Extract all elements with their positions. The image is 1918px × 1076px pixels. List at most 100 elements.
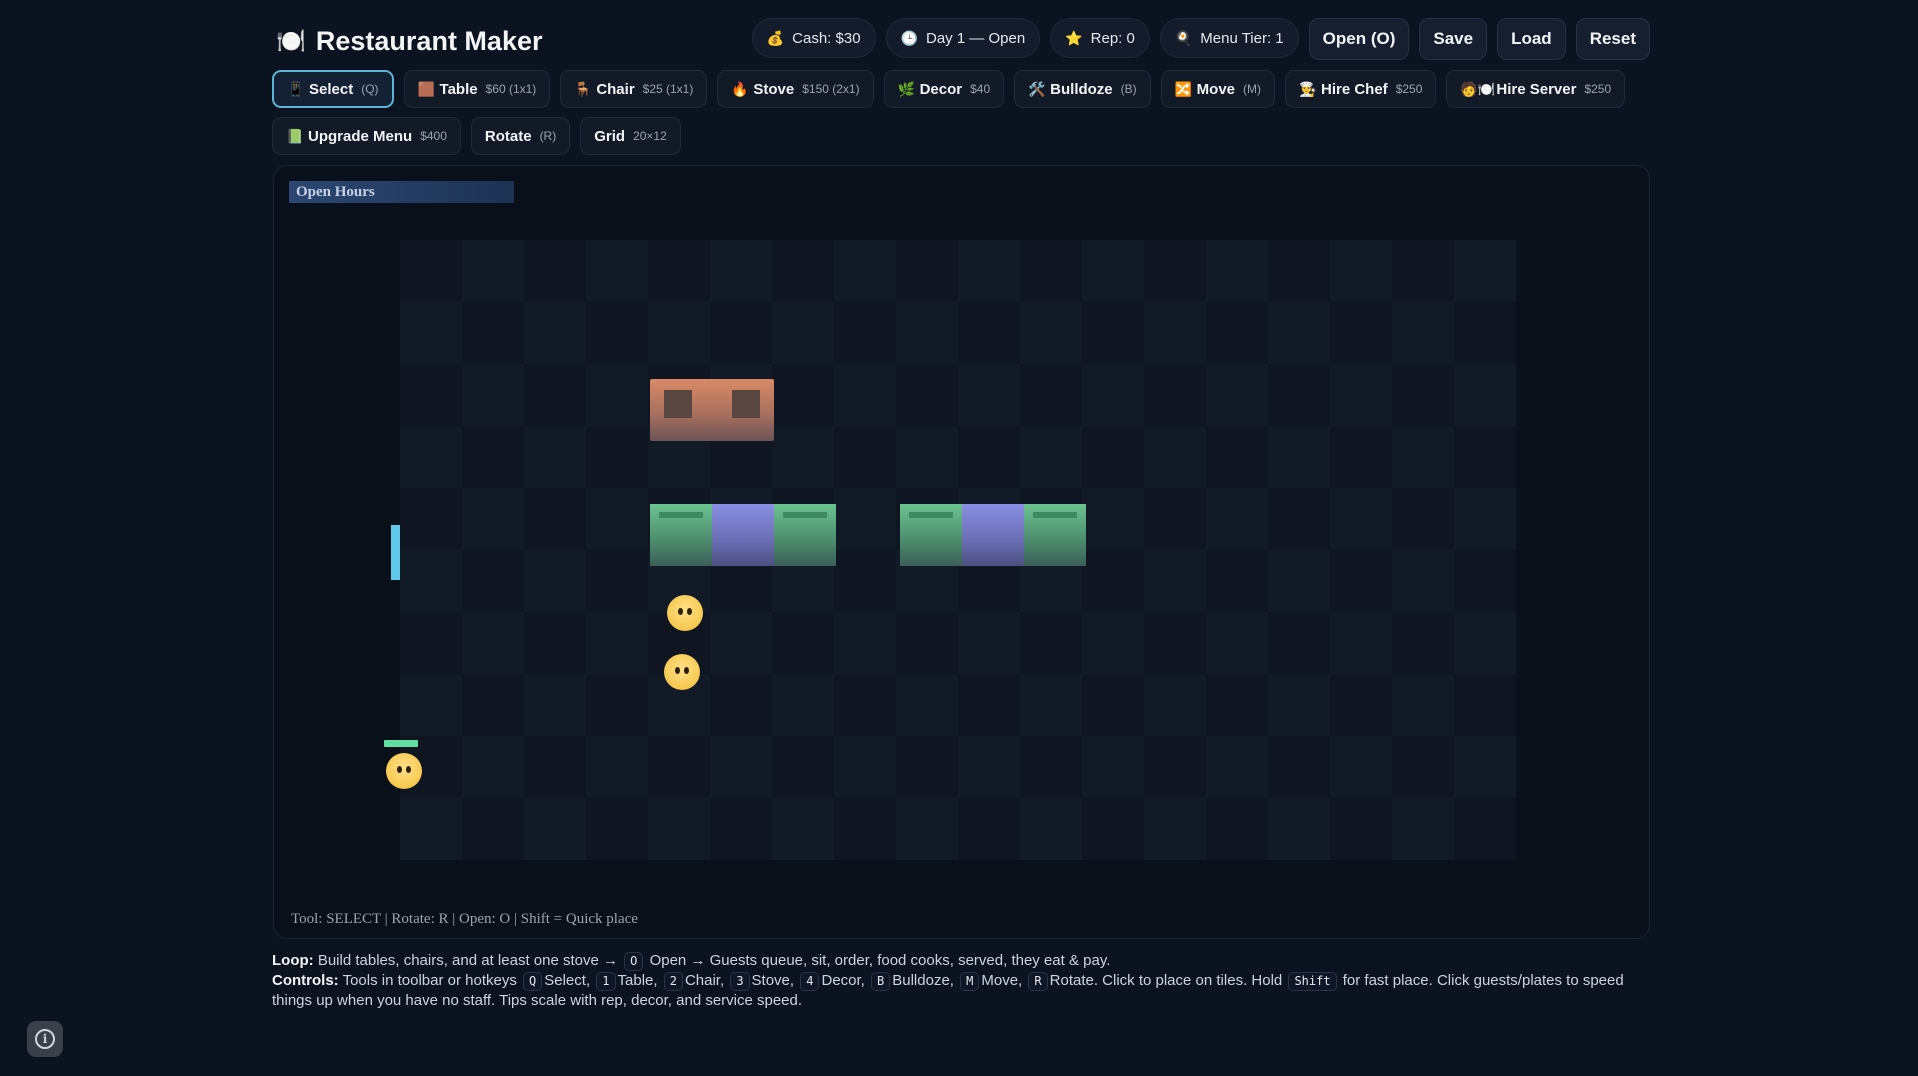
grid-tile[interactable] [958, 426, 1020, 488]
tool-rotate[interactable]: Rotate (R) [470, 117, 571, 155]
grid-tile[interactable] [1454, 240, 1516, 302]
grid-tile[interactable] [1268, 674, 1330, 736]
grid-tile[interactable] [1020, 302, 1082, 364]
grid-tile[interactable] [1454, 612, 1516, 674]
grid-tile[interactable] [772, 426, 834, 488]
grid-tile[interactable] [834, 426, 896, 488]
grid-tile[interactable] [1144, 612, 1206, 674]
guest[interactable] [667, 595, 703, 631]
grid-tile[interactable] [1330, 612, 1392, 674]
grid-tile[interactable] [462, 612, 524, 674]
grid-tile[interactable] [462, 240, 524, 302]
grid-tile[interactable] [1330, 736, 1392, 798]
grid-tile[interactable] [710, 240, 772, 302]
grid-tile[interactable] [1330, 302, 1392, 364]
grid-tile[interactable] [1392, 736, 1454, 798]
tool-stove[interactable]: 🔥 Stove $150 (2x1) [717, 70, 874, 108]
grid-tile[interactable] [586, 612, 648, 674]
grid-tile[interactable] [834, 612, 896, 674]
grid-tile[interactable] [1206, 550, 1268, 612]
grid-tile[interactable] [958, 364, 1020, 426]
grid-tile[interactable] [1144, 488, 1206, 550]
grid-tile[interactable] [462, 488, 524, 550]
grid-tile[interactable] [896, 736, 958, 798]
grid-tile[interactable] [586, 302, 648, 364]
load-button[interactable]: Load [1497, 18, 1566, 60]
grid-tile[interactable] [1268, 612, 1330, 674]
grid-tile[interactable] [524, 240, 586, 302]
grid-tile[interactable] [524, 364, 586, 426]
grid-tile[interactable] [1268, 488, 1330, 550]
grid-tile[interactable] [896, 240, 958, 302]
tool-hire-server[interactable]: 🧑🍽️ Hire Server $250 [1446, 70, 1626, 108]
table-tile[interactable] [650, 504, 712, 566]
grid-tile[interactable] [462, 798, 524, 860]
grid-tile[interactable] [896, 364, 958, 426]
grid-tile[interactable] [772, 798, 834, 860]
tool-table[interactable]: 🟫 Table $60 (1x1) [403, 70, 551, 108]
grid-tile[interactable] [896, 612, 958, 674]
grid-tile[interactable] [772, 612, 834, 674]
grid-tile[interactable] [648, 240, 710, 302]
grid-tile[interactable] [834, 736, 896, 798]
grid-tile[interactable] [834, 364, 896, 426]
grid-tile[interactable] [958, 736, 1020, 798]
grid-tile[interactable] [772, 364, 834, 426]
grid-tile[interactable] [958, 240, 1020, 302]
grid-tile[interactable] [1454, 364, 1516, 426]
grid-tile[interactable] [1020, 674, 1082, 736]
grid-tile[interactable] [586, 488, 648, 550]
grid-tile[interactable] [1082, 736, 1144, 798]
table-tile[interactable] [774, 504, 836, 566]
grid-tile[interactable] [1206, 674, 1268, 736]
grid-tile[interactable] [586, 674, 648, 736]
grid-tile[interactable] [1206, 488, 1268, 550]
grid-tile[interactable] [1454, 674, 1516, 736]
grid-tile[interactable] [462, 302, 524, 364]
grid-tile[interactable] [1268, 240, 1330, 302]
grid-tile[interactable] [1144, 240, 1206, 302]
grid-tile[interactable] [1330, 550, 1392, 612]
grid-tile[interactable] [1454, 302, 1516, 364]
grid-tile[interactable] [1082, 674, 1144, 736]
tool-select[interactable]: 📱 Select (Q) [272, 70, 394, 108]
grid-tile[interactable] [1082, 240, 1144, 302]
grid-tile[interactable] [1268, 426, 1330, 488]
grid-tile[interactable] [1020, 612, 1082, 674]
grid-tile[interactable] [1206, 364, 1268, 426]
grid-tile[interactable] [1144, 798, 1206, 860]
grid-tile[interactable] [1330, 674, 1392, 736]
grid-tile[interactable] [1020, 364, 1082, 426]
grid-tile[interactable] [1454, 798, 1516, 860]
grid-tile[interactable] [400, 798, 462, 860]
tool-decor[interactable]: 🌿 Decor $40 [883, 70, 1005, 108]
grid-tile[interactable] [1206, 240, 1268, 302]
grid-tile[interactable] [958, 798, 1020, 860]
grid-tile[interactable] [400, 364, 462, 426]
grid-tile[interactable] [1082, 612, 1144, 674]
grid-tile[interactable] [524, 488, 586, 550]
grid-tile[interactable] [524, 612, 586, 674]
grid-tile[interactable] [524, 302, 586, 364]
grid-tile[interactable] [1392, 426, 1454, 488]
grid-tile[interactable] [524, 798, 586, 860]
reset-button[interactable]: Reset [1575, 18, 1650, 60]
grid-tile[interactable] [772, 240, 834, 302]
save-button[interactable]: Save [1419, 18, 1488, 60]
grid-tile[interactable] [1082, 426, 1144, 488]
grid-tile[interactable] [1206, 736, 1268, 798]
grid-tile[interactable] [1330, 798, 1392, 860]
grid-tile[interactable] [1082, 364, 1144, 426]
grid-tile[interactable] [1144, 550, 1206, 612]
grid-tile[interactable] [958, 674, 1020, 736]
grid-tile[interactable] [462, 364, 524, 426]
grid-tile[interactable] [586, 426, 648, 488]
grid-tile[interactable] [772, 736, 834, 798]
grid-tile[interactable] [1020, 240, 1082, 302]
grid-tile[interactable] [1454, 736, 1516, 798]
plate-tile[interactable] [962, 504, 1024, 566]
tool-bulldoze[interactable]: 🛠️ Bulldoze (B) [1014, 70, 1151, 108]
grid-tile[interactable] [462, 736, 524, 798]
grid-tile[interactable] [1392, 364, 1454, 426]
grid-tile[interactable] [1268, 302, 1330, 364]
